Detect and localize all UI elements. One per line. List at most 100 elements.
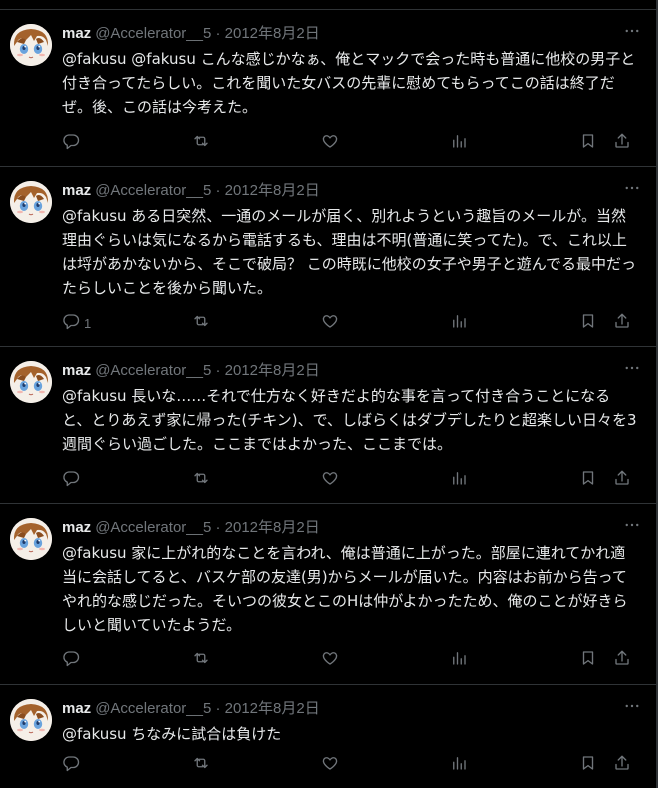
share-button[interactable] bbox=[613, 313, 631, 333]
handle[interactable]: @Accelerator__5 bbox=[95, 182, 211, 199]
reply-icon bbox=[62, 132, 80, 154]
views-button[interactable] bbox=[450, 133, 468, 153]
like-icon bbox=[321, 754, 339, 776]
timestamp[interactable]: 2012年8月2日 bbox=[225, 700, 320, 717]
views-button[interactable] bbox=[450, 650, 468, 670]
share-button[interactable] bbox=[613, 470, 631, 490]
display-name[interactable]: maz bbox=[62, 25, 91, 42]
tweet-actions bbox=[62, 650, 646, 670]
share-icon bbox=[613, 469, 631, 491]
retweet-icon bbox=[192, 312, 210, 334]
separator: · bbox=[215, 362, 221, 379]
views-icon bbox=[450, 754, 468, 776]
tweet-text: @fakusu 家に上がれ的なことを言われ、俺は普通に上がった。部屋に連れてかれ… bbox=[62, 544, 628, 634]
retweet-button[interactable] bbox=[192, 470, 210, 490]
tweet-text: @fakusu 長いな……それで仕方なく好きだよ的な事を言って付き合うことになる… bbox=[62, 387, 637, 453]
reply-button[interactable] bbox=[62, 755, 84, 775]
bookmark-icon bbox=[579, 132, 597, 154]
retweet-icon bbox=[192, 754, 210, 776]
tweet-header: maz @Accelerator__5 · 2012年8月2日 bbox=[62, 24, 640, 44]
display-name[interactable]: maz bbox=[62, 362, 91, 379]
separator: · bbox=[215, 519, 221, 536]
avatar[interactable] bbox=[10, 518, 52, 560]
like-button[interactable] bbox=[321, 755, 339, 775]
bookmark-button[interactable] bbox=[579, 470, 597, 490]
handle[interactable]: @Accelerator__5 bbox=[95, 519, 211, 536]
views-icon bbox=[450, 132, 468, 154]
like-icon bbox=[321, 649, 339, 671]
tweet-text: @fakusu ある日突然、一通のメールが届く、別れようという趣旨のメールが。当… bbox=[62, 207, 637, 297]
display-name[interactable]: maz bbox=[62, 700, 91, 717]
tweet-text: @fakusu @fakusu こんな感じかなぁ、俺とマックで会った時も普通に他… bbox=[62, 50, 636, 116]
tweet-actions bbox=[62, 755, 646, 775]
retweet-icon bbox=[192, 132, 210, 154]
separator: · bbox=[215, 25, 221, 42]
timestamp[interactable]: 2012年8月2日 bbox=[225, 182, 320, 199]
tweet-header: maz @Accelerator__5 · 2012年8月2日 bbox=[62, 361, 640, 381]
tweet-actions bbox=[62, 133, 646, 153]
tweet[interactable]: maz @Accelerator__5 · 2012年8月2日 @fakusu @… bbox=[0, 10, 656, 167]
reply-count: 1 bbox=[84, 315, 92, 331]
share-icon bbox=[613, 312, 631, 334]
tweet[interactable]: maz @Accelerator__5 · 2012年8月2日 @fakusu あ… bbox=[0, 167, 656, 347]
retweet-button[interactable] bbox=[192, 313, 210, 333]
tweet[interactable]: maz @Accelerator__5 · 2012年8月2日 @fakusu ち… bbox=[0, 685, 656, 788]
share-icon bbox=[613, 754, 631, 776]
bookmark-icon bbox=[579, 754, 597, 776]
like-button[interactable] bbox=[321, 470, 339, 490]
like-icon bbox=[321, 469, 339, 491]
reply-button[interactable] bbox=[62, 133, 84, 153]
separator: · bbox=[215, 182, 221, 199]
avatar[interactable] bbox=[10, 24, 52, 66]
more-icon[interactable] bbox=[618, 359, 646, 379]
bookmark-icon bbox=[579, 649, 597, 671]
retweet-button[interactable] bbox=[192, 755, 210, 775]
views-button[interactable] bbox=[450, 470, 468, 490]
more-icon[interactable] bbox=[618, 697, 646, 717]
avatar[interactable] bbox=[10, 181, 52, 223]
bookmark-button[interactable] bbox=[579, 313, 597, 333]
tweet-actions bbox=[62, 470, 646, 490]
reply-icon bbox=[62, 469, 80, 491]
like-button[interactable] bbox=[321, 650, 339, 670]
timestamp[interactable]: 2012年8月2日 bbox=[225, 362, 320, 379]
handle[interactable]: @Accelerator__5 bbox=[95, 700, 211, 717]
share-button[interactable] bbox=[613, 650, 631, 670]
share-button[interactable] bbox=[613, 755, 631, 775]
tweet[interactable]: maz @Accelerator__5 · 2012年8月2日 @fakusu 家… bbox=[0, 504, 656, 685]
like-button[interactable] bbox=[321, 313, 339, 333]
reply-button[interactable] bbox=[62, 650, 84, 670]
handle[interactable]: @Accelerator__5 bbox=[95, 362, 211, 379]
more-icon[interactable] bbox=[618, 22, 646, 42]
retweet-icon bbox=[192, 469, 210, 491]
views-button[interactable] bbox=[450, 313, 468, 333]
tweet-header: maz @Accelerator__5 · 2012年8月2日 bbox=[62, 181, 640, 201]
reply-button[interactable]: 1 bbox=[62, 313, 91, 333]
tweet-header: maz @Accelerator__5 · 2012年8月2日 bbox=[62, 518, 640, 538]
views-button[interactable] bbox=[450, 755, 468, 775]
handle[interactable]: @Accelerator__5 bbox=[95, 25, 211, 42]
like-icon bbox=[321, 132, 339, 154]
bookmark-button[interactable] bbox=[579, 650, 597, 670]
more-icon[interactable] bbox=[618, 516, 646, 536]
tweet[interactable]: maz @Accelerator__5 · 2012年8月2日 @fakusu 長… bbox=[0, 347, 656, 504]
share-button[interactable] bbox=[613, 133, 631, 153]
timestamp[interactable]: 2012年8月2日 bbox=[225, 519, 320, 536]
reply-button[interactable] bbox=[62, 470, 84, 490]
views-icon bbox=[450, 469, 468, 491]
views-icon bbox=[450, 312, 468, 334]
retweet-button[interactable] bbox=[192, 650, 210, 670]
timestamp[interactable]: 2012年8月2日 bbox=[225, 25, 320, 42]
display-name[interactable]: maz bbox=[62, 182, 91, 199]
tweet-actions: 1 bbox=[62, 313, 646, 333]
more-icon[interactable] bbox=[618, 179, 646, 199]
bookmark-button[interactable] bbox=[579, 755, 597, 775]
avatar[interactable] bbox=[10, 361, 52, 403]
retweet-button[interactable] bbox=[192, 133, 210, 153]
display-name[interactable]: maz bbox=[62, 519, 91, 536]
share-icon bbox=[613, 649, 631, 671]
avatar[interactable] bbox=[10, 699, 52, 741]
reply-icon bbox=[62, 312, 80, 334]
like-button[interactable] bbox=[321, 133, 339, 153]
bookmark-button[interactable] bbox=[579, 133, 597, 153]
